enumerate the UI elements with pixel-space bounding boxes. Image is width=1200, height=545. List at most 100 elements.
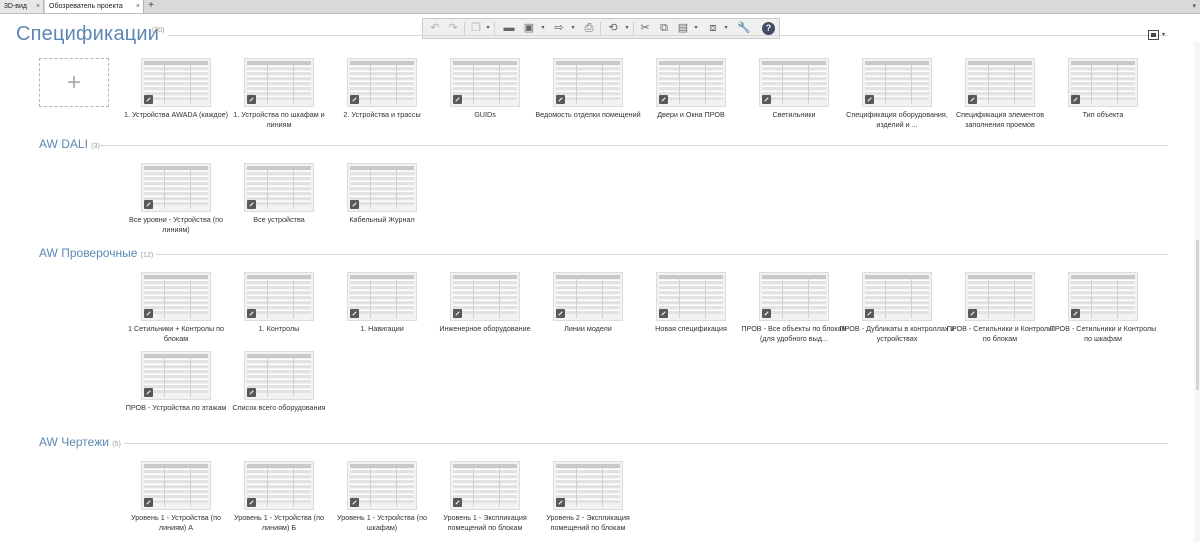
schedule-tile[interactable]: Кабельный Журнал	[332, 163, 432, 247]
schedule-label: 1. Устройства по шкафам и линиям	[233, 110, 325, 129]
schedule-tile[interactable]: 1. Устройства по шкафам и линиям	[229, 58, 329, 142]
schedule-type-icon	[659, 95, 668, 104]
schedule-tile[interactable]: ПРОВ - Сетильники и Контролы по шкафам	[1050, 272, 1156, 356]
schedule-label: Инженерное оборудование	[439, 324, 531, 333]
schedule-label: Тип объекта	[1082, 110, 1124, 119]
schedule-thumbnail	[141, 272, 211, 321]
chevron-down-icon[interactable]: ▾	[693, 21, 699, 36]
schedule-tile[interactable]: GUIDs	[435, 58, 535, 142]
schedule-thumbnail	[759, 58, 829, 107]
schedule-tile[interactable]: 1. Устройства AWADA (каждое)	[124, 58, 228, 142]
scrollbar-thumb[interactable]	[1196, 240, 1199, 390]
schedule-type-icon	[865, 309, 874, 318]
schedule-tile[interactable]: Спецификация элементов заполнения проемо…	[950, 58, 1050, 142]
schedule-tile[interactable]: Уровень 1 - Экспликация помещений по бло…	[435, 461, 535, 545]
toolbar-divider	[464, 22, 465, 36]
cut-icon[interactable]: ✂	[637, 21, 653, 36]
chevron-down-icon[interactable]: ▾	[485, 21, 491, 36]
schedule-thumbnail	[862, 58, 932, 107]
close-icon[interactable]: ×	[36, 0, 40, 13]
schedule-tile[interactable]: ПРОВ - Устройства по этажам	[126, 351, 226, 435]
schedule-type-icon	[968, 95, 977, 104]
schedule-label: 1. Устройства AWADA (каждое)	[123, 110, 229, 119]
view-mode-icon[interactable]	[1148, 30, 1159, 40]
schedule-tile[interactable]: ПРОВ - Сетильники и Контролы по блокам	[947, 272, 1053, 356]
schedule-tile[interactable]: Инженерное оборудование	[435, 272, 535, 356]
section-divider	[156, 254, 1168, 255]
schedule-tile[interactable]: ПРОВ - Дубликаты в контроллах и устройст…	[840, 272, 955, 356]
layers-icon[interactable]: ⧈	[705, 21, 721, 36]
schedule-tile[interactable]: Все устройства	[229, 163, 329, 247]
schedule-tile[interactable]: Список всего оборудования	[229, 351, 329, 435]
schedule-label: Линии модели	[564, 324, 612, 333]
schedule-tile[interactable]: Ведомость отделки помещений	[535, 58, 641, 142]
add-tab-button[interactable]: +	[146, 0, 156, 13]
schedule-tile[interactable]: 2. Устройства и трассы	[332, 58, 432, 142]
copy-icon[interactable]: ⧉	[656, 21, 672, 36]
schedule-tile[interactable]: 1. Контролы	[229, 272, 329, 356]
section-label: AW Чертежи	[39, 435, 109, 449]
print-icon[interactable]: ⎙	[581, 21, 597, 36]
schedule-label: 1 Сетильники + Контролы по блокам	[127, 324, 225, 343]
schedule-tile[interactable]: Новая спецификация	[641, 272, 741, 356]
schedule-type-icon	[247, 95, 256, 104]
redo-icon[interactable]: ↷	[445, 21, 461, 36]
schedule-tile[interactable]: Линии модели	[538, 272, 638, 356]
tab-3d-view[interactable]: 3D-вид ×	[0, 0, 44, 13]
chevron-down-icon[interactable]: ▾	[570, 21, 576, 36]
schedule-thumbnail	[553, 58, 623, 107]
chevron-down-icon[interactable]: ▾	[624, 21, 630, 36]
help-icon[interactable]: ?	[762, 22, 775, 35]
schedule-tile[interactable]: Уровень 1 - Устройства (по шкафам)	[332, 461, 432, 545]
sync-icon[interactable]: ⟲	[605, 21, 621, 36]
export-icon[interactable]: ⇨	[551, 21, 567, 36]
schedule-tile[interactable]: Уровень 1 - Устройства (по линиям) Б	[229, 461, 329, 545]
paste-icon[interactable]: ▤	[675, 21, 691, 36]
schedule-type-icon	[865, 95, 874, 104]
schedule-tile[interactable]: Все уровни - Устройства (по линиям)	[126, 163, 226, 247]
schedule-thumbnail	[244, 461, 314, 510]
tab-menu-chevron-icon[interactable]: ▾	[1192, 0, 1196, 13]
undo-icon[interactable]: ↶	[427, 21, 443, 36]
schedule-type-icon	[556, 95, 565, 104]
add-schedule-button[interactable]: +	[39, 58, 109, 107]
section-count: (12)	[140, 252, 154, 259]
schedule-label: Уровень 2 - Экспликация помещений по бло…	[546, 513, 630, 532]
schedule-thumbnail	[141, 163, 211, 212]
schedule-tile[interactable]: ПРОВ - Все объекты по блокам (для удобно…	[741, 272, 847, 356]
schedule-type-icon	[144, 388, 153, 397]
schedule-type-icon	[659, 309, 668, 318]
schedule-type-icon	[762, 309, 771, 318]
schedule-label: Спецификация оборудования, изделий и ...	[846, 110, 948, 129]
section-title-aw-dali[interactable]: AW DALI (3)	[39, 137, 100, 151]
open-folder-icon[interactable]: ▬	[501, 21, 517, 36]
schedule-tile[interactable]: Тип объекта	[1053, 58, 1153, 142]
tab-project-browser[interactable]: Обозреватель проекта ×	[45, 0, 144, 13]
schedule-tile[interactable]: Уровень 1 - Устройства (по линиям) А	[126, 461, 226, 545]
section-title-aw-check[interactable]: AW Проверочные (12)	[39, 246, 153, 260]
schedule-type-icon	[968, 309, 977, 318]
schedule-tile[interactable]: Светильники	[744, 58, 844, 142]
copy-view-icon[interactable]: ❐	[468, 21, 484, 36]
section-title-aw-drawings[interactable]: AW Чертежи (5)	[39, 435, 121, 449]
settings-wrench-icon[interactable]: 🔧	[736, 21, 752, 36]
schedule-thumbnail	[965, 272, 1035, 321]
schedule-thumbnail	[450, 272, 520, 321]
chevron-down-icon[interactable]: ▾	[723, 21, 729, 36]
schedule-tile[interactable]: 1. Навигации	[332, 272, 432, 356]
schedule-tile[interactable]: Спецификация оборудования, изделий и ...	[846, 58, 948, 142]
schedule-label: Светильники	[772, 110, 816, 119]
toolbar-divider	[494, 22, 495, 36]
schedule-tile[interactable]: Двери и Окна ПРОВ	[641, 58, 741, 142]
schedule-thumbnail	[862, 272, 932, 321]
close-icon[interactable]: ×	[136, 0, 140, 13]
schedule-type-icon	[247, 200, 256, 209]
chevron-down-icon[interactable]: ▾	[540, 21, 546, 36]
chevron-down-icon[interactable]: ▾	[1162, 31, 1165, 38]
schedule-tile[interactable]: Уровень 2 - Экспликация помещений по бло…	[538, 461, 638, 545]
schedule-tile[interactable]: 1 Сетильники + Контролы по блокам	[126, 272, 226, 356]
section-count: (5)	[112, 441, 121, 448]
save-icon[interactable]: ▣	[521, 21, 537, 36]
schedule-type-icon	[762, 95, 771, 104]
schedule-label: Спецификация элементов заполнения проемо…	[955, 110, 1045, 129]
